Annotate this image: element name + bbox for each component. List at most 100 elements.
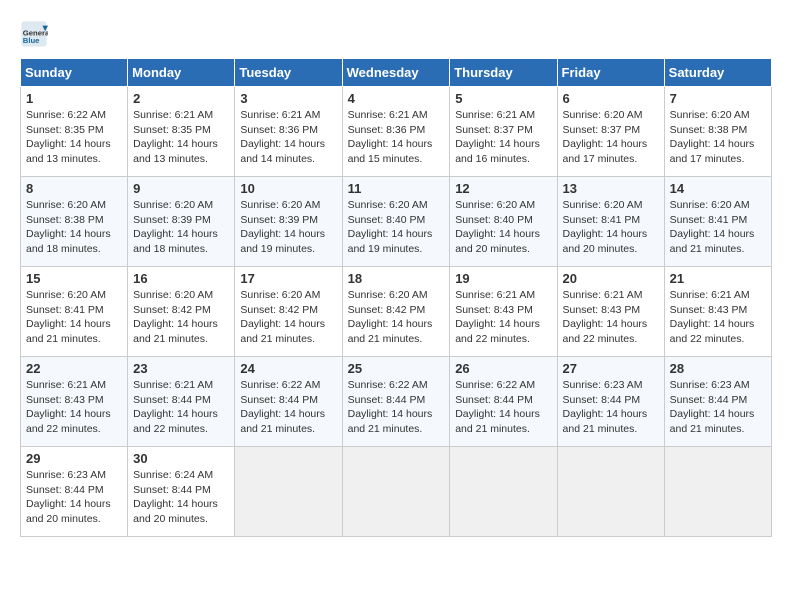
day-info: Sunrise: 6:20 AMSunset: 8:41 PMDaylight:… [26,288,122,347]
calendar-cell: 1 Sunrise: 6:22 AMSunset: 8:35 PMDaylight… [21,87,128,177]
day-number: 24 [240,361,336,376]
day-info: Sunrise: 6:20 AMSunset: 8:42 PMDaylight:… [348,288,445,347]
day-info: Sunrise: 6:20 AMSunset: 8:40 PMDaylight:… [455,198,551,257]
calendar-cell [557,447,664,537]
logo: General Blue [20,20,52,48]
calendar-cell: 18Sunrise: 6:20 AMSunset: 8:42 PMDayligh… [342,267,450,357]
day-info: Sunrise: 6:20 AMSunset: 8:41 PMDaylight:… [563,198,659,257]
day-number: 3 [240,91,336,106]
day-info: Sunrise: 6:23 AMSunset: 8:44 PMDaylight:… [26,468,122,527]
day-info: Sunrise: 6:22 AMSunset: 8:44 PMDaylight:… [348,378,445,437]
day-info: Sunrise: 6:21 AMSunset: 8:36 PMDaylight:… [240,108,336,167]
calendar-cell: 4 Sunrise: 6:21 AMSunset: 8:36 PMDaylight… [342,87,450,177]
svg-text:Blue: Blue [23,36,40,45]
day-number: 9 [133,181,229,196]
day-info: Sunrise: 6:20 AMSunset: 8:39 PMDaylight:… [133,198,229,257]
calendar-cell: 22Sunrise: 6:21 AMSunset: 8:43 PMDayligh… [21,357,128,447]
day-info: Sunrise: 6:21 AMSunset: 8:35 PMDaylight:… [133,108,229,167]
calendar-cell: 8Sunrise: 6:20 AMSunset: 8:38 PMDaylight… [21,177,128,267]
calendar-cell: 16 Sunrise: 6:20 AMSunset: 8:42 PMDayligh… [128,267,235,357]
header: General Blue [20,20,772,48]
day-number: 1 [26,91,122,106]
calendar-cell [342,447,450,537]
day-info: Sunrise: 6:23 AMSunset: 8:44 PMDaylight:… [670,378,766,437]
weekday-header-sunday: Sunday [21,59,128,87]
day-info: Sunrise: 6:20 AMSunset: 8:42 PMDaylight:… [133,288,229,347]
calendar-cell: 9 Sunrise: 6:20 AMSunset: 8:39 PMDaylight… [128,177,235,267]
calendar-cell: 26 Sunrise: 6:22 AMSunset: 8:44 PMDayligh… [450,357,557,447]
day-number: 4 [348,91,445,106]
day-info: Sunrise: 6:20 AMSunset: 8:38 PMDaylight:… [670,108,766,167]
day-number: 12 [455,181,551,196]
day-number: 15 [26,271,122,286]
calendar-cell: 24 Sunrise: 6:22 AMSunset: 8:44 PMDayligh… [235,357,342,447]
day-number: 8 [26,181,122,196]
calendar-cell: 27Sunrise: 6:23 AMSunset: 8:44 PMDayligh… [557,357,664,447]
weekday-header-tuesday: Tuesday [235,59,342,87]
day-info: Sunrise: 6:21 AMSunset: 8:43 PMDaylight:… [26,378,122,437]
week-row-3: 15 Sunrise: 6:20 AMSunset: 8:41 PMDayligh… [21,267,772,357]
calendar-cell: 11 Sunrise: 6:20 AMSunset: 8:40 PMDayligh… [342,177,450,267]
week-row-4: 22Sunrise: 6:21 AMSunset: 8:43 PMDayligh… [21,357,772,447]
day-number: 14 [670,181,766,196]
calendar-cell: 3 Sunrise: 6:21 AMSunset: 8:36 PMDaylight… [235,87,342,177]
week-row-1: 1 Sunrise: 6:22 AMSunset: 8:35 PMDaylight… [21,87,772,177]
calendar-cell: 13 Sunrise: 6:20 AMSunset: 8:41 PMDayligh… [557,177,664,267]
day-number: 11 [348,181,445,196]
calendar-cell: 30Sunrise: 6:24 AMSunset: 8:44 PMDayligh… [128,447,235,537]
day-number: 16 [133,271,229,286]
day-info: Sunrise: 6:20 AMSunset: 8:41 PMDaylight:… [670,198,766,257]
weekday-header-friday: Friday [557,59,664,87]
calendar-cell: 29 Sunrise: 6:23 AMSunset: 8:44 PMDayligh… [21,447,128,537]
weekday-header-monday: Monday [128,59,235,87]
day-number: 23 [133,361,229,376]
day-info: Sunrise: 6:21 AMSunset: 8:43 PMDaylight:… [563,288,659,347]
day-info: Sunrise: 6:20 AMSunset: 8:42 PMDaylight:… [240,288,336,347]
day-number: 17 [240,271,336,286]
day-info: Sunrise: 6:21 AMSunset: 8:37 PMDaylight:… [455,108,551,167]
calendar-cell: 17 Sunrise: 6:20 AMSunset: 8:42 PMDayligh… [235,267,342,357]
calendar-cell: 21Sunrise: 6:21 AMSunset: 8:43 PMDayligh… [664,267,771,357]
day-info: Sunrise: 6:21 AMSunset: 8:44 PMDaylight:… [133,378,229,437]
day-info: Sunrise: 6:20 AMSunset: 8:40 PMDaylight:… [348,198,445,257]
day-number: 29 [26,451,122,466]
calendar-cell [450,447,557,537]
day-info: Sunrise: 6:21 AMSunset: 8:43 PMDaylight:… [455,288,551,347]
calendar-cell: 14 Sunrise: 6:20 AMSunset: 8:41 PMDayligh… [664,177,771,267]
day-number: 10 [240,181,336,196]
day-info: Sunrise: 6:21 AMSunset: 8:43 PMDaylight:… [670,288,766,347]
calendar-cell: 25 Sunrise: 6:22 AMSunset: 8:44 PMDayligh… [342,357,450,447]
day-number: 25 [348,361,445,376]
day-info: Sunrise: 6:22 AMSunset: 8:35 PMDaylight:… [26,108,122,167]
logo-icon: General Blue [20,20,48,48]
day-number: 13 [563,181,659,196]
day-info: Sunrise: 6:22 AMSunset: 8:44 PMDaylight:… [240,378,336,437]
calendar-cell [235,447,342,537]
calendar-cell: 6 Sunrise: 6:20 AMSunset: 8:37 PMDaylight… [557,87,664,177]
calendar-cell: 7 Sunrise: 6:20 AMSunset: 8:38 PMDaylight… [664,87,771,177]
day-number: 27 [563,361,659,376]
day-number: 5 [455,91,551,106]
calendar-cell: 12 Sunrise: 6:20 AMSunset: 8:40 PMDayligh… [450,177,557,267]
day-info: Sunrise: 6:21 AMSunset: 8:36 PMDaylight:… [348,108,445,167]
week-row-2: 8Sunrise: 6:20 AMSunset: 8:38 PMDaylight… [21,177,772,267]
weekday-header-wednesday: Wednesday [342,59,450,87]
day-number: 7 [670,91,766,106]
weekday-header-row: SundayMondayTuesdayWednesdayThursdayFrid… [21,59,772,87]
calendar-cell: 20Sunrise: 6:21 AMSunset: 8:43 PMDayligh… [557,267,664,357]
calendar-cell: 2 Sunrise: 6:21 AMSunset: 8:35 PMDaylight… [128,87,235,177]
weekday-header-thursday: Thursday [450,59,557,87]
day-number: 6 [563,91,659,106]
calendar-cell: 23 Sunrise: 6:21 AMSunset: 8:44 PMDayligh… [128,357,235,447]
day-info: Sunrise: 6:20 AMSunset: 8:37 PMDaylight:… [563,108,659,167]
week-row-5: 29 Sunrise: 6:23 AMSunset: 8:44 PMDayligh… [21,447,772,537]
day-number: 26 [455,361,551,376]
day-number: 28 [670,361,766,376]
day-info: Sunrise: 6:22 AMSunset: 8:44 PMDaylight:… [455,378,551,437]
day-number: 30 [133,451,229,466]
calendar-cell: 10 Sunrise: 6:20 AMSunset: 8:39 PMDayligh… [235,177,342,267]
calendar-table: SundayMondayTuesdayWednesdayThursdayFrid… [20,58,772,537]
calendar-cell: 28 Sunrise: 6:23 AMSunset: 8:44 PMDayligh… [664,357,771,447]
day-number: 2 [133,91,229,106]
day-info: Sunrise: 6:20 AMSunset: 8:39 PMDaylight:… [240,198,336,257]
